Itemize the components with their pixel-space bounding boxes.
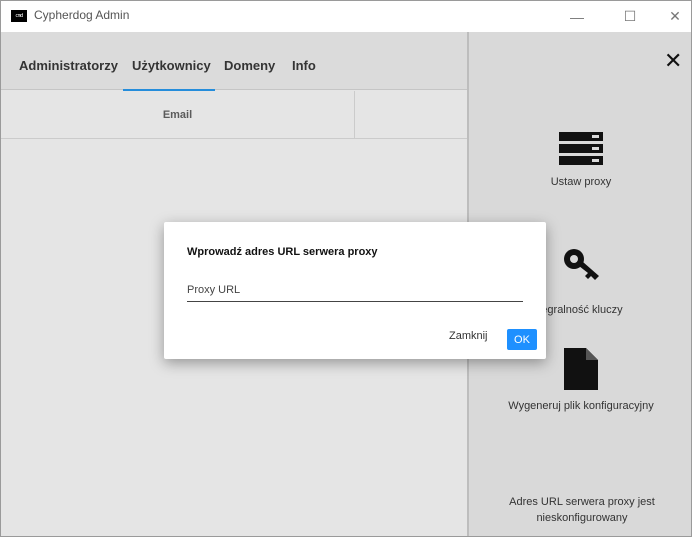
- drawer-close-icon[interactable]: ✕: [664, 50, 682, 72]
- title-bar[interactable]: cmd Cypherdog Admin — ☐ ✕: [1, 1, 691, 32]
- drawer-item-set-proxy[interactable]: Ustaw proxy: [469, 132, 691, 188]
- dialog-title: Wprowadź adres URL serwera proxy: [187, 246, 378, 258]
- app-window: cmd Cypherdog Admin — ☐ ✕ Administratorz…: [0, 0, 692, 537]
- server-icon: [559, 132, 603, 165]
- minimize-button[interactable]: —: [554, 1, 600, 32]
- ok-button[interactable]: OK: [507, 329, 537, 350]
- file-icon: [564, 348, 598, 390]
- proxy-url-dialog: Wprowadź adres URL serwera proxy Zamknij…: [164, 222, 546, 359]
- drawer-item-label: Ustaw proxy: [550, 176, 612, 188]
- drawer-item-label: Wygeneruj plik konfiguracyjny: [508, 400, 654, 412]
- key-icon: [564, 249, 599, 280]
- close-window-button[interactable]: ✕: [652, 1, 691, 32]
- maximize-button[interactable]: ☐: [607, 1, 653, 32]
- close-dialog-button[interactable]: Zamknij: [449, 330, 488, 342]
- app-logo: cmd: [11, 10, 27, 22]
- proxy-url-input[interactable]: [187, 278, 523, 302]
- proxy-status-text: Adres URL serwera proxy jest nieskonfigu…: [509, 496, 655, 524]
- window-title: Cypherdog Admin: [34, 8, 130, 22]
